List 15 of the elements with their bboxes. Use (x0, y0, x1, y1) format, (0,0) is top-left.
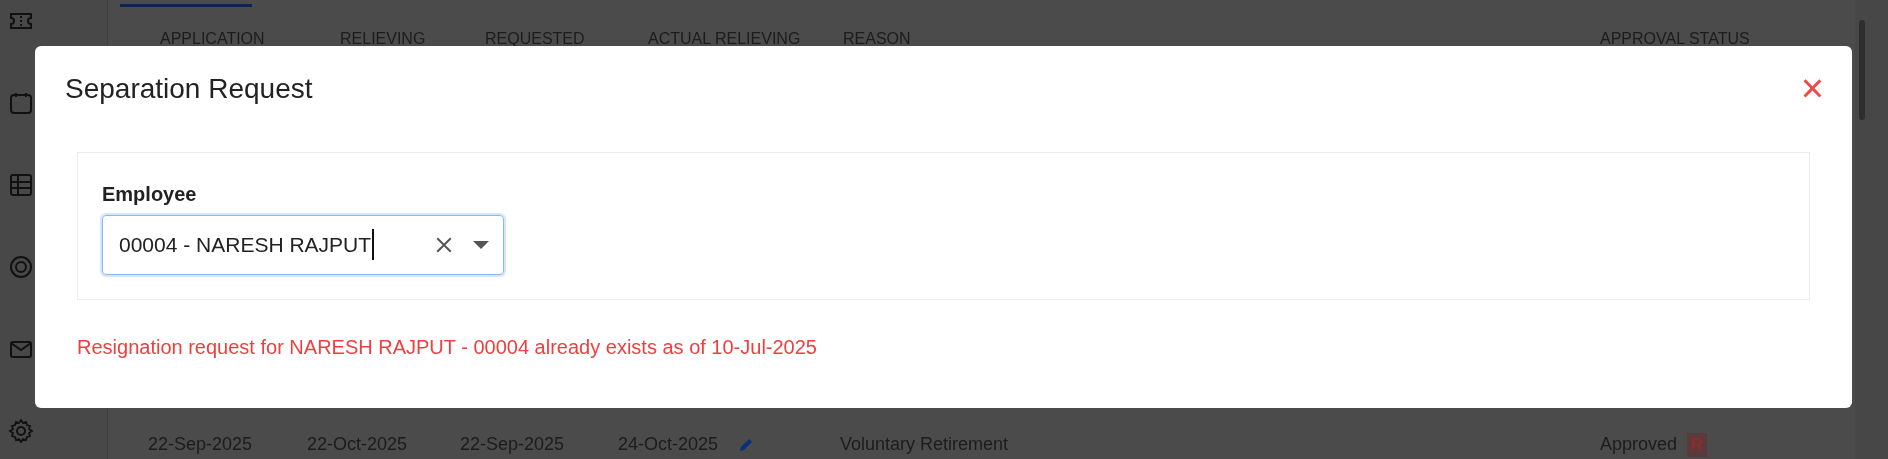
scrollbar-thumb[interactable] (1859, 20, 1865, 120)
error-message: Resignation request for NARESH RAJPUT - 00004 already exists as of 10-Jul-2025 (77, 334, 818, 360)
caret-icon[interactable] (473, 240, 489, 249)
grid-icon[interactable] (8, 172, 34, 198)
pencil-icon[interactable] (738, 436, 755, 453)
calendar-icon[interactable] (8, 90, 34, 116)
scrollbar[interactable] (1855, 0, 1888, 459)
status-badge: R (1687, 432, 1707, 457)
employee-select[interactable]: 00004 - NARESH RAJPUT (102, 214, 504, 275)
modal-title: Separation Request (65, 72, 313, 106)
target-icon[interactable] (8, 254, 34, 280)
clear-icon[interactable] (435, 235, 453, 254)
field-label: Employee (102, 181, 198, 207)
close-button[interactable]: × (1794, 68, 1830, 108)
settings-icon[interactable] (8, 418, 34, 444)
